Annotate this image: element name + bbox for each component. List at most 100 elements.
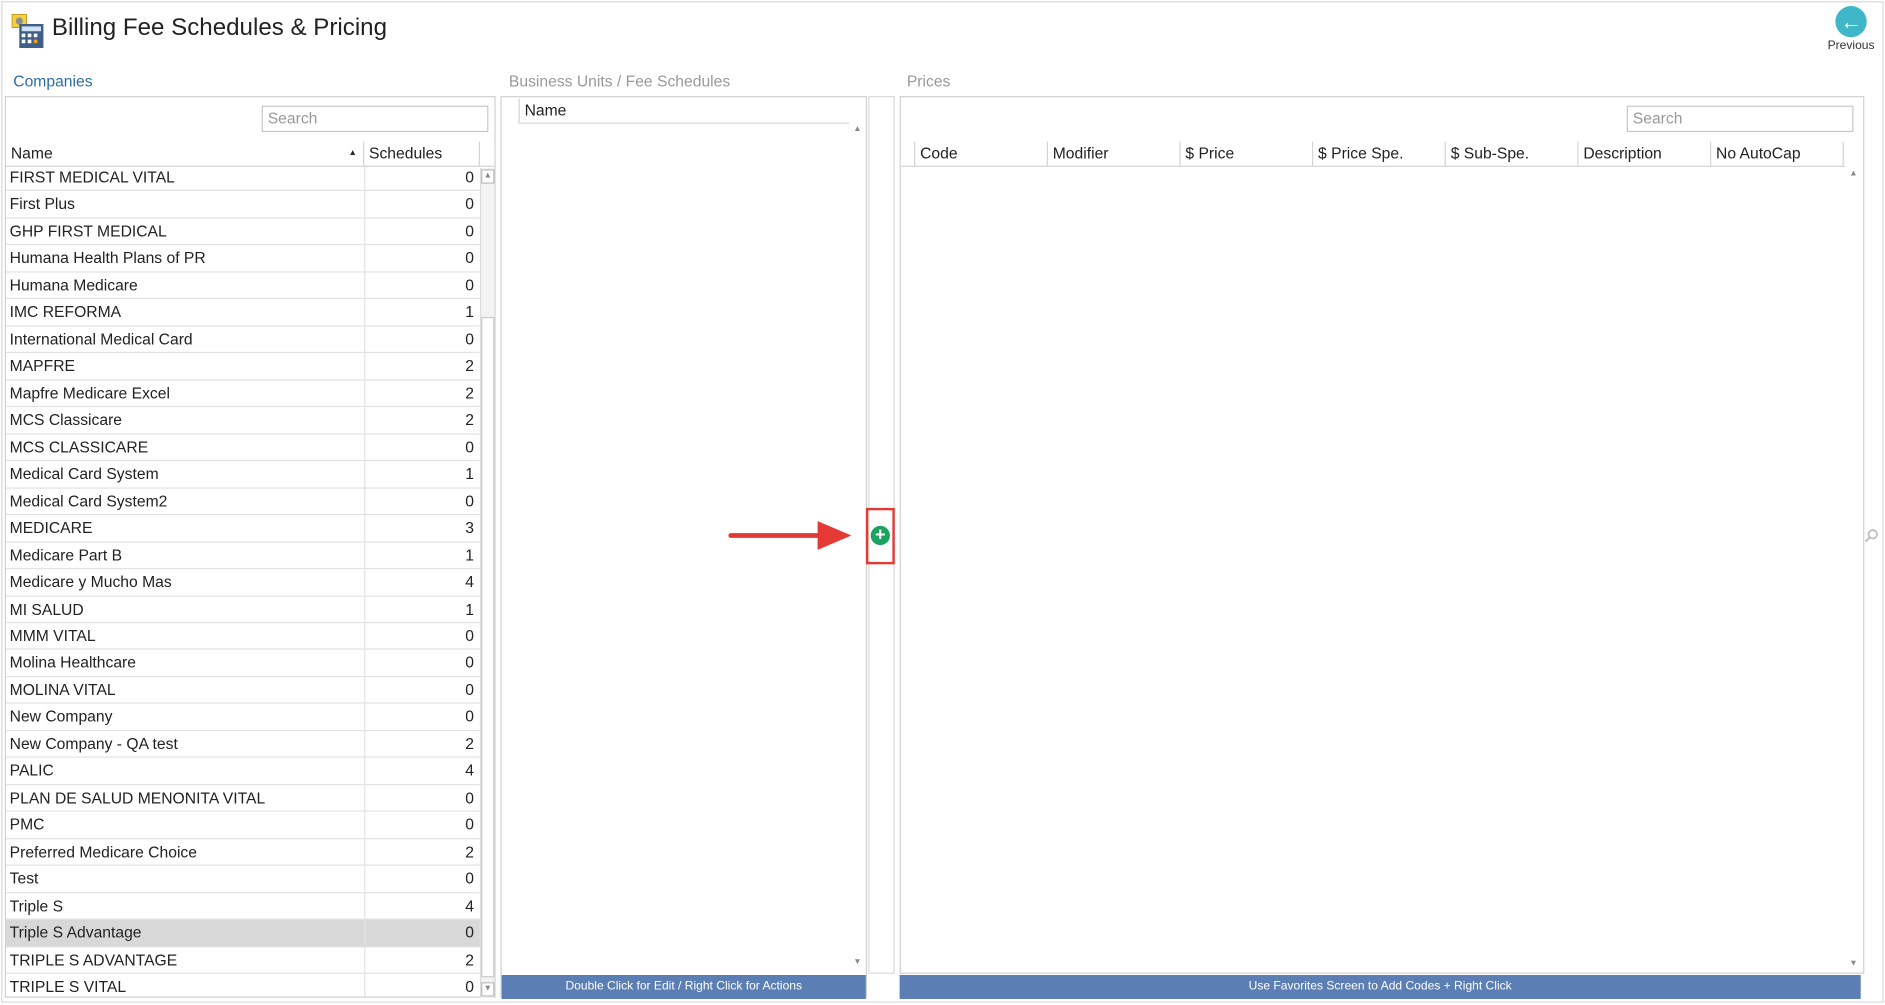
column-no-autocap[interactable]: No AutoCap	[1711, 141, 1844, 166]
row-indicator-column	[901, 141, 916, 166]
table-row[interactable]: MEDICARE 3	[6, 515, 480, 543]
schedules-count: 0	[364, 191, 480, 218]
table-row[interactable]: MMM VITAL 0	[6, 623, 480, 651]
column-price[interactable]: $ Price	[1181, 141, 1314, 166]
table-row[interactable]: Test 0	[6, 865, 480, 893]
table-row[interactable]: Medicare Part B 1	[6, 542, 480, 570]
arrow-left-icon: ←	[1835, 6, 1867, 38]
table-row[interactable]: Medical Card System 1	[6, 461, 480, 489]
table-row[interactable]: MI SALUD 1	[6, 596, 480, 624]
company-name: TRIPLE S ADVANTAGE	[9, 950, 178, 969]
column-modifier[interactable]: Modifier	[1048, 141, 1181, 166]
scroll-down-icon[interactable]: ▼	[1846, 958, 1860, 970]
table-row[interactable]: FIRST MEDICAL VITAL 0	[6, 164, 480, 192]
table-row[interactable]: TRIPLE S VITAL 0	[6, 973, 480, 997]
company-name: First Plus	[9, 195, 75, 214]
prices-scrollbar[interactable]: ▲ ▼	[1846, 168, 1860, 974]
table-row[interactable]: IMC REFORMA 1	[6, 299, 480, 327]
table-row[interactable]: Mapfre Medicare Excel 2	[6, 380, 480, 408]
company-name: Medicare Part B	[9, 545, 123, 564]
schedules-count: 0	[364, 623, 480, 649]
prices-search-input[interactable]: Search	[1626, 105, 1854, 133]
section-companies: Companies	[13, 72, 93, 91]
companies-search-input[interactable]: Search	[261, 105, 489, 133]
column-sub-special[interactable]: $ Sub-Spe.	[1446, 141, 1579, 166]
companies-table-header: Name ▲ Schedules	[6, 141, 495, 167]
company-name: FIRST MEDICAL VITAL	[9, 168, 175, 187]
table-row[interactable]: TRIPLE S ADVANTAGE 2	[6, 946, 480, 974]
fee-schedule-app-icon	[10, 13, 46, 49]
section-prices: Prices	[906, 72, 951, 91]
column-description[interactable]: Description	[1579, 141, 1712, 166]
table-row[interactable]: New Company 0	[6, 704, 480, 732]
table-row[interactable]: MCS CLASSICARE 0	[6, 434, 480, 462]
company-name: Triple S	[9, 896, 64, 915]
fee-schedules-header: Name	[518, 98, 850, 124]
schedules-count: 1	[364, 461, 480, 488]
schedules-count: 4	[364, 569, 480, 595]
table-row[interactable]: GHP FIRST MEDICAL 0	[6, 218, 480, 246]
scrollbar-thumb[interactable]	[481, 316, 495, 978]
scroll-up-icon[interactable]: ▲	[481, 169, 495, 184]
table-row[interactable]: Humana Health Plans of PR 0	[6, 245, 480, 273]
schedules-count: 1	[364, 542, 480, 568]
column-schedules[interactable]: Schedules	[364, 141, 480, 166]
schedules-count: 0	[364, 704, 480, 730]
company-name: New Company	[9, 707, 113, 726]
schedules-count: 2	[364, 731, 480, 757]
column-name[interactable]: Name ▲	[6, 141, 365, 166]
table-row[interactable]: Triple S Advantage 0	[6, 919, 480, 947]
plus-icon: +	[875, 524, 886, 546]
table-row[interactable]: PALIC 4	[6, 758, 480, 785]
companies-table-body: FIRST MEDICAL VITAL 0 First Plus 0 GHP FIRST…	[6, 164, 480, 997]
schedules-count: 0	[364, 784, 480, 811]
column-fee-name[interactable]: Name	[520, 98, 850, 122]
table-row[interactable]: Molina Healthcare 0	[6, 650, 480, 678]
company-name: TRIPLE S VITAL	[9, 977, 127, 996]
fee-schedules-footer: Double Click for Edit / Right Click for …	[501, 974, 866, 999]
page-title: Billing Fee Schedules & Pricing	[51, 14, 387, 41]
schedules-count: 1	[364, 596, 480, 622]
prices-footer: Use Favorites Screen to Add Codes + Righ…	[899, 974, 1861, 999]
table-row[interactable]: First Plus 0	[6, 191, 480, 219]
table-row[interactable]: International Medical Card 0	[6, 326, 480, 354]
previous-label: Previous	[1827, 39, 1875, 53]
schedules-count: 1	[364, 299, 480, 326]
table-row[interactable]: Humana Medicare 0	[6, 272, 480, 300]
table-row[interactable]: New Company - QA test 2	[6, 731, 480, 759]
schedules-count: 0	[364, 650, 480, 676]
schedules-count: 0	[364, 245, 480, 272]
company-name: IMC REFORMA	[9, 302, 122, 321]
section-business-units: Business Units / Fee Schedules	[508, 72, 731, 91]
table-row[interactable]: Preferred Medicare Choice 2	[6, 838, 480, 866]
scroll-up-icon[interactable]: ▲	[850, 124, 864, 136]
magnifier-icon[interactable]	[1863, 527, 1880, 544]
table-row[interactable]: MOLINA VITAL 0	[6, 677, 480, 705]
schedules-count: 0	[364, 865, 480, 892]
column-price-special[interactable]: $ Price Spe.	[1313, 141, 1446, 166]
scroll-up-icon[interactable]: ▲	[1846, 168, 1860, 180]
schedules-count: 3	[364, 515, 480, 541]
prices-pane	[899, 96, 1865, 974]
company-name: PALIC	[9, 761, 54, 780]
table-row[interactable]: PMC 0	[6, 811, 480, 839]
company-name: Molina Healthcare	[9, 653, 137, 672]
previous-button[interactable]: ← Previous	[1826, 6, 1877, 59]
schedules-count: 0	[364, 164, 480, 191]
table-row[interactable]: MAPFRE 2	[6, 353, 480, 381]
company-name: MCS CLASSICARE	[9, 437, 149, 456]
schedules-count: 4	[364, 892, 480, 919]
table-row[interactable]: Medical Card System2 0	[6, 488, 480, 516]
company-name: PMC	[9, 815, 45, 834]
table-row[interactable]: Triple S 4	[6, 892, 480, 920]
table-row[interactable]: MCS Classicare 2	[6, 407, 480, 435]
scroll-down-icon[interactable]: ▼	[850, 957, 864, 969]
column-code[interactable]: Code	[915, 141, 1048, 166]
table-row[interactable]: PLAN DE SALUD MENONITA VITAL 0	[6, 784, 480, 812]
table-row[interactable]: Medicare y Mucho Mas 4	[6, 569, 480, 597]
scroll-down-icon[interactable]: ▼	[481, 982, 495, 997]
companies-scrollbar[interactable]: ▲ ▼	[479, 168, 495, 998]
schedules-count: 2	[364, 946, 480, 973]
add-fee-schedule-button[interactable]: +	[870, 524, 890, 546]
company-name: Medical Card System	[9, 464, 159, 483]
